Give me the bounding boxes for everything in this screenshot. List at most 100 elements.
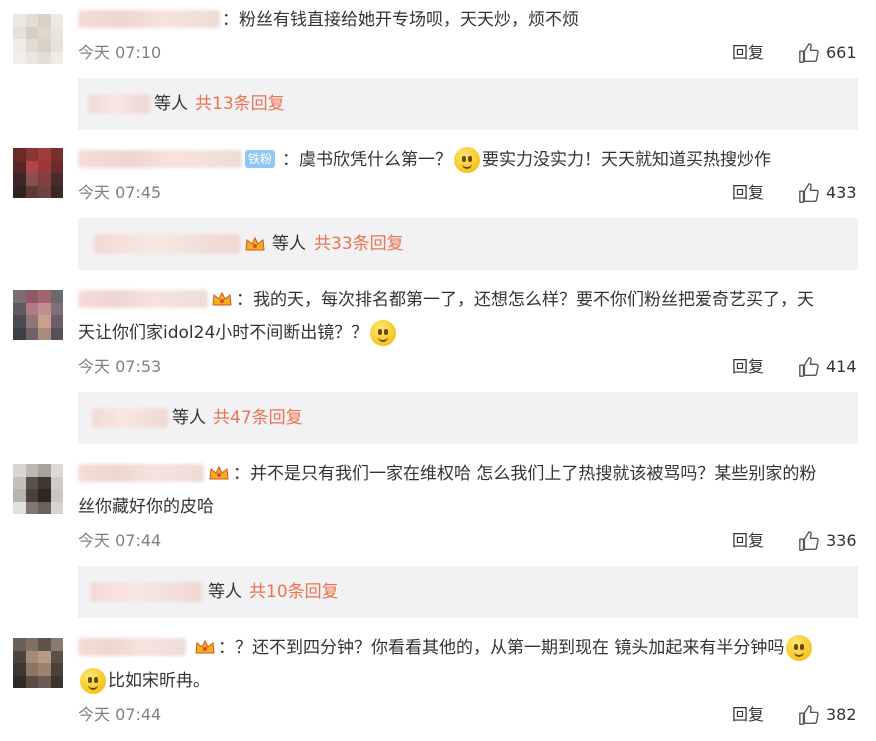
avatar-pixel xyxy=(38,315,51,328)
avatar-pixel xyxy=(38,638,51,651)
avatar-pixel xyxy=(38,501,51,514)
avatar-pixel xyxy=(38,675,51,688)
comment-text-content: ：？还不到四分钟？你看看其他的，从第一期到现在 镜头加起来有半分钟吗 xyxy=(218,638,785,658)
avatar[interactable] xyxy=(13,290,63,340)
crown-vip-icon xyxy=(245,236,265,251)
avatar-pixel xyxy=(38,663,51,676)
avatar-pixel xyxy=(25,173,38,186)
avatar[interactable] xyxy=(13,464,63,514)
smiley-emoji-icon xyxy=(80,668,106,694)
avatar-pixel xyxy=(38,148,51,161)
avatar[interactable] xyxy=(13,638,63,688)
avatar-pixel xyxy=(13,663,26,676)
replies-summary[interactable]: 等人 共47条回复 xyxy=(78,392,858,444)
avatar-pixel xyxy=(38,51,51,64)
replies-total-link[interactable]: 共33条回复 xyxy=(314,218,404,270)
replies-summary[interactable]: 等人 共33条回复 xyxy=(78,218,858,270)
avatar-pixel xyxy=(38,476,51,489)
avatar-pixel xyxy=(25,501,38,514)
avatar-pixel xyxy=(25,290,38,303)
avatar-pixel xyxy=(38,464,51,477)
replies-summary[interactable]: 等人 共10条回复 xyxy=(78,566,858,618)
avatar[interactable] xyxy=(13,14,63,64)
replies-summary[interactable]: 等人 共13条回复 xyxy=(78,78,858,130)
reply-users-blurred xyxy=(90,582,202,602)
avatar-pixel xyxy=(50,489,63,502)
smiley-emoji-icon xyxy=(786,635,813,661)
like-button[interactable]: 414 xyxy=(798,354,857,380)
avatar-pixel xyxy=(25,650,38,663)
like-count: 336 xyxy=(826,531,857,550)
avatar-pixel xyxy=(50,290,63,303)
like-button[interactable]: 433 xyxy=(798,180,857,206)
avatar-pixel xyxy=(50,51,63,64)
avatar-pixel xyxy=(50,675,63,688)
avatar-pixel xyxy=(25,663,38,676)
avatar-pixel xyxy=(38,14,51,27)
avatar-pixel xyxy=(13,476,26,489)
like-button[interactable]: 336 xyxy=(798,528,857,554)
avatar-pixel xyxy=(13,327,26,340)
reply-button[interactable]: 回复 xyxy=(732,528,764,554)
comment-text-content: ：粉丝有钱直接给她开专场呗，天天炒，烦不烦 xyxy=(222,10,579,30)
comment-text: ：我的天，每次排名都第一了，还想怎么样？要不你们粉丝把爱奇艺买了，天 天让你们家… xyxy=(78,284,858,350)
avatar-pixel xyxy=(25,315,38,328)
comment-text-content: ：并不是只有我们一家在维权哈 怎么我们上了热搜就该被骂吗？某些别家的粉 xyxy=(233,464,817,484)
replies-total-link[interactable]: 共13条回复 xyxy=(195,78,285,130)
comment-text: ：并不是只有我们一家在维权哈 怎么我们上了热搜就该被骂吗？某些别家的粉 丝你藏好… xyxy=(78,458,858,524)
comment-item: 铁粉 ：虞书欣凭什么第一？ 要实力没实力！天天就知道买热搜炒作 今天 07:45 … xyxy=(0,140,876,270)
avatar-pixel xyxy=(38,160,51,173)
avatar-pixel xyxy=(50,173,63,186)
reply-button[interactable]: 回复 xyxy=(732,180,764,206)
avatar-pixel xyxy=(25,302,38,315)
comment-item: ：并不是只有我们一家在维权哈 怎么我们上了热搜就该被骂吗？某些别家的粉 丝你藏好… xyxy=(0,454,876,624)
avatar-pixel xyxy=(50,315,63,328)
replies-etc-label: 等人 xyxy=(154,94,188,114)
avatar-pixel xyxy=(25,464,38,477)
like-button[interactable]: 382 xyxy=(798,702,857,728)
comment-list: ：粉丝有钱直接给她开专场呗，天天炒，烦不烦 今天 07:10 回复 661 等人… xyxy=(0,0,876,741)
avatar-pixel xyxy=(13,638,26,651)
avatar-pixel xyxy=(25,327,38,340)
avatar-pixel xyxy=(13,148,26,161)
replies-total-link[interactable]: 共47条回复 xyxy=(213,392,303,444)
comment-time: 今天 07:53 xyxy=(78,357,162,376)
avatar-pixel xyxy=(13,160,26,173)
comment-meta: 今天 07:44 回复 336 xyxy=(78,528,858,554)
comment-text-content: 丝你藏好你的皮哈 xyxy=(78,497,214,517)
comment-time: 今天 07:44 xyxy=(78,531,162,550)
reply-users-blurred xyxy=(92,408,168,428)
avatar-pixel xyxy=(13,185,26,198)
avatar-pixel xyxy=(25,185,38,198)
avatar-pixel xyxy=(13,14,26,27)
comment-text-content: ：我的天，每次排名都第一了，还想怎么样？要不你们粉丝把爱奇艺买了，天 xyxy=(236,290,814,310)
avatar-pixel xyxy=(38,489,51,502)
avatar-pixel xyxy=(38,39,51,52)
avatar-pixel xyxy=(50,464,63,477)
thumbs-up-icon xyxy=(799,183,819,203)
reply-button[interactable]: 回复 xyxy=(732,40,764,66)
comment-text-content: 要实力没实力！天天就知道买热搜炒作 xyxy=(482,150,771,170)
like-button[interactable]: 661 xyxy=(798,40,857,66)
avatar-pixel xyxy=(25,489,38,502)
like-count: 414 xyxy=(826,357,857,376)
avatar-pixel xyxy=(25,51,38,64)
replies-total-link[interactable]: 共10条回复 xyxy=(249,566,339,618)
avatar-pixel xyxy=(25,39,38,52)
like-count: 382 xyxy=(826,705,857,724)
replies-etc-label: 等人 xyxy=(208,582,242,602)
thumbs-up-icon xyxy=(799,357,819,377)
reply-users-blurred xyxy=(88,94,150,114)
avatar-pixel xyxy=(50,26,63,39)
replies-etc-label: 等人 xyxy=(172,408,206,428)
comment-text: ：虞书欣凭什么第一？ 要实力没实力！天天就知道买热搜炒作 xyxy=(78,144,858,177)
reply-button[interactable]: 回复 xyxy=(732,354,764,380)
reply-button[interactable]: 回复 xyxy=(732,702,764,728)
reply-users-blurred xyxy=(94,234,240,254)
avatar-pixel xyxy=(38,302,51,315)
comment-meta: 今天 07:53 回复 414 xyxy=(78,354,858,380)
avatar-pixel xyxy=(25,160,38,173)
thumbs-up-icon xyxy=(799,43,819,63)
avatar-pixel xyxy=(25,148,38,161)
avatar[interactable] xyxy=(13,148,63,198)
